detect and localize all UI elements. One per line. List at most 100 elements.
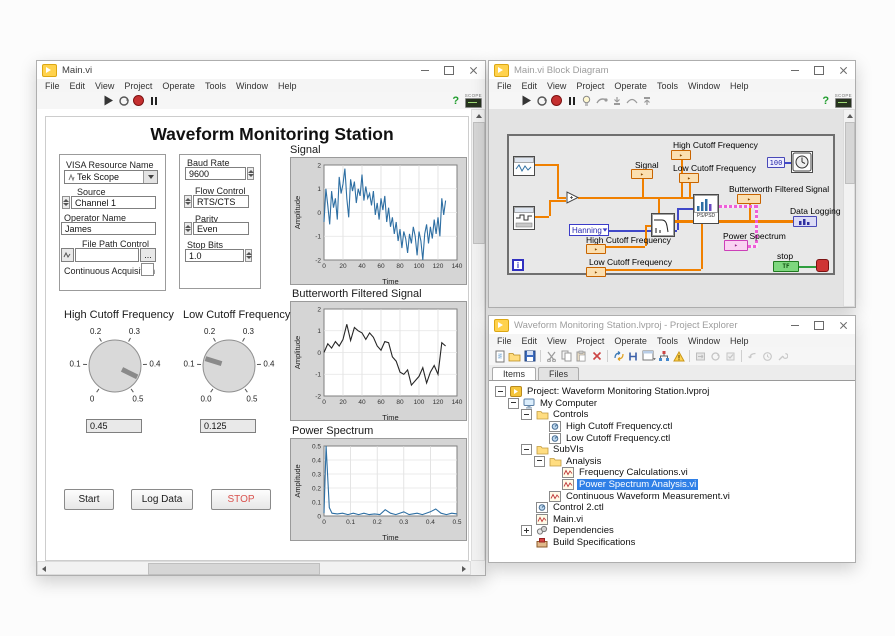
menu-operate[interactable]: Operate [157,81,200,91]
delete-icon[interactable] [589,349,604,363]
new-vi-icon[interactable] [492,349,507,363]
expand-icon[interactable] [521,525,532,536]
instrument-config-express-vi[interactable] [513,206,535,230]
retain-wire-values-icon[interactable] [594,94,609,108]
baud-rate-spinner[interactable] [247,167,254,180]
front-panel-titlebar[interactable]: Main.vi [37,61,485,80]
menu-project[interactable]: Project [571,336,609,346]
operator-name-field[interactable]: James [61,222,156,235]
save-all-icon[interactable] [522,349,537,363]
menu-edit[interactable]: Edit [65,81,91,91]
menu-help[interactable]: Help [273,81,302,91]
file-path-field[interactable] [75,248,139,262]
spectral-measurement-vi[interactable]: PS/PSD [693,194,719,224]
menu-help[interactable]: Help [725,336,754,346]
tab-items[interactable]: Items [492,367,536,380]
tree-item-my-computer[interactable]: My Computer [489,398,855,410]
menu-window[interactable]: Window [683,336,725,346]
tree-item-build-specifications[interactable]: Build Specifications [489,537,855,549]
menu-file[interactable]: File [40,81,65,91]
deploy-icon[interactable] [693,349,708,363]
menu-project[interactable]: Project [119,81,157,91]
warning-icon[interactable] [671,349,686,363]
maximize-button[interactable] [807,316,831,334]
stop-bits-field[interactable]: 1.0 [185,249,244,262]
paste-icon[interactable] [574,349,589,363]
wait-until-next-ms-icon[interactable] [791,151,813,173]
properties-icon[interactable] [775,349,790,363]
close-button[interactable] [461,61,485,79]
stop-button[interactable]: STOP [211,489,271,510]
hierarchy-h-icon[interactable] [626,349,641,363]
iteration-terminal[interactable]: i [512,259,524,271]
tab-files[interactable]: Files [538,367,579,380]
collapse-icon[interactable] [534,456,545,467]
menu-tools[interactable]: Tools [652,336,683,346]
collapse-icon[interactable] [508,398,519,409]
menu-edit[interactable]: Edit [517,81,543,91]
tree-item-controls[interactable]: Controls [489,409,855,421]
wait-ms-constant[interactable]: 100 [767,157,785,168]
tree-item-low-cutoff-frequency-ctl[interactable]: Low Cutoff Frequency.ctl [489,432,855,444]
power-spectrum-terminal[interactable]: ▸ [724,240,748,251]
horizontal-scrollbar[interactable] [37,561,471,575]
menu-window[interactable]: Window [231,81,273,91]
butterworth-indicator-terminal[interactable]: ▸ [737,194,761,204]
abort-icon[interactable] [131,94,146,108]
commit-icon[interactable] [723,349,738,363]
block-diagram-titlebar[interactable]: Main.vi Block Diagram [489,61,855,80]
vertical-scrollbar[interactable] [471,109,485,561]
close-button[interactable] [831,61,855,79]
vertical-scrollbar-thumb[interactable] [845,122,855,184]
close-button[interactable] [831,316,855,334]
highlight-execution-icon[interactable] [579,94,594,108]
help-icon[interactable]: ? [819,95,833,107]
filter-express-vi[interactable] [651,213,675,237]
high-cutoff-knob[interactable]: 00.10.20.30.40.5 [59,321,171,430]
dropdown-arrow-icon[interactable] [143,171,157,183]
menu-view[interactable]: View [90,81,119,91]
run-icon[interactable] [519,94,534,108]
menu-view[interactable]: View [542,336,571,346]
log-data-button[interactable]: Log Data [131,489,193,510]
flow-control-spinner[interactable] [184,195,192,208]
loop-condition-terminal[interactable] [816,259,829,272]
baud-rate-field[interactable]: 9600 [185,167,246,180]
show-item-window-icon[interactable] [641,349,656,363]
source-field[interactable]: Channel 1 [71,196,156,209]
low-cutoff-control-terminal[interactable]: ▸ [586,267,606,277]
menu-window[interactable]: Window [683,81,725,91]
collapse-icon[interactable] [521,409,532,420]
scope-probe-widget[interactable]: SCOPE [465,93,482,108]
step-over-icon[interactable] [624,94,639,108]
copy-icon[interactable] [559,349,574,363]
high-cutoff-indicator-terminal[interactable]: ▸ [671,150,691,160]
step-into-icon[interactable] [609,94,624,108]
step-out-icon[interactable] [639,94,654,108]
maximize-button[interactable] [437,61,461,79]
menu-file[interactable]: File [492,336,517,346]
visa-resource-dropdown[interactable]: Tek Scope [64,170,158,184]
run-icon[interactable] [101,94,116,108]
history-icon[interactable] [760,349,775,363]
tree-item-power-spectrum-analysis-vi[interactable]: Power Spectrum Analysis.vi [489,479,855,491]
tree-item-control-2-ctl[interactable]: Control 2.ctl [489,502,855,514]
maximize-button[interactable] [807,61,831,79]
run-continuous-icon[interactable] [116,94,131,108]
low-cutoff-indicator-terminal[interactable]: ▸ [679,173,699,183]
menu-view[interactable]: View [542,81,571,91]
flow-control-field[interactable]: RTS/CTS [193,195,249,208]
menu-edit[interactable]: Edit [517,336,543,346]
resolve-conflicts-icon[interactable] [611,349,626,363]
merge-signals-node[interactable] [566,191,579,204]
menu-help[interactable]: Help [725,81,754,91]
minimize-button[interactable] [413,61,437,79]
project-hierarchy-icon[interactable] [656,349,671,363]
stop-boolean-terminal[interactable]: TF [773,261,799,272]
sync-icon[interactable] [708,349,723,363]
pause-icon[interactable] [146,94,161,108]
low-cutoff-value-field[interactable]: 0.125 [200,419,256,433]
start-button[interactable]: Start [64,489,114,510]
project-explorer-titlebar[interactable]: Waveform Monitoring Station.lvproj - Pro… [489,316,855,335]
abort-icon[interactable] [549,94,564,108]
